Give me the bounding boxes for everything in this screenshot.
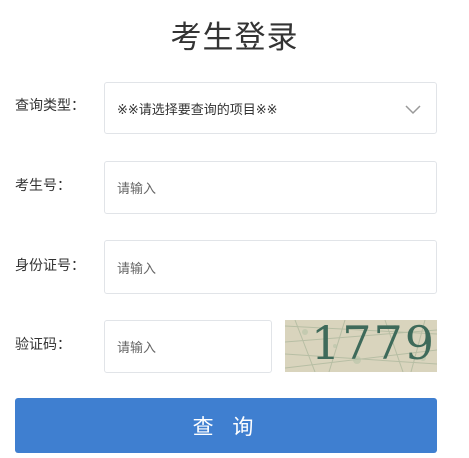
- query-submit-button[interactable]: 查 询: [15, 398, 437, 453]
- captcha-image[interactable]: 1779: [285, 320, 437, 372]
- captcha-image-text: 1779: [311, 320, 437, 370]
- captcha-input[interactable]: 请输入: [104, 320, 272, 373]
- query-type-select[interactable]: ※※请选择要查询的项目※※: [104, 82, 437, 134]
- captcha-label: 验证码：: [15, 337, 71, 353]
- candidate-number-label: 考生号：: [15, 178, 71, 194]
- query-type-label: 查询类型：: [15, 98, 85, 114]
- id-number-placeholder: 请输入: [117, 261, 157, 277]
- id-number-input[interactable]: 请输入: [104, 240, 437, 294]
- chevron-down-icon: [405, 105, 421, 115]
- query-type-selected-value: ※※请选择要查询的项目※※: [117, 102, 278, 118]
- candidate-number-input[interactable]: 请输入: [104, 161, 437, 214]
- id-number-label: 身份证号：: [15, 258, 85, 274]
- captcha-placeholder: 请输入: [117, 341, 157, 356]
- page-title: 考生登录: [170, 20, 299, 56]
- candidate-number-placeholder: 请输入: [117, 182, 157, 197]
